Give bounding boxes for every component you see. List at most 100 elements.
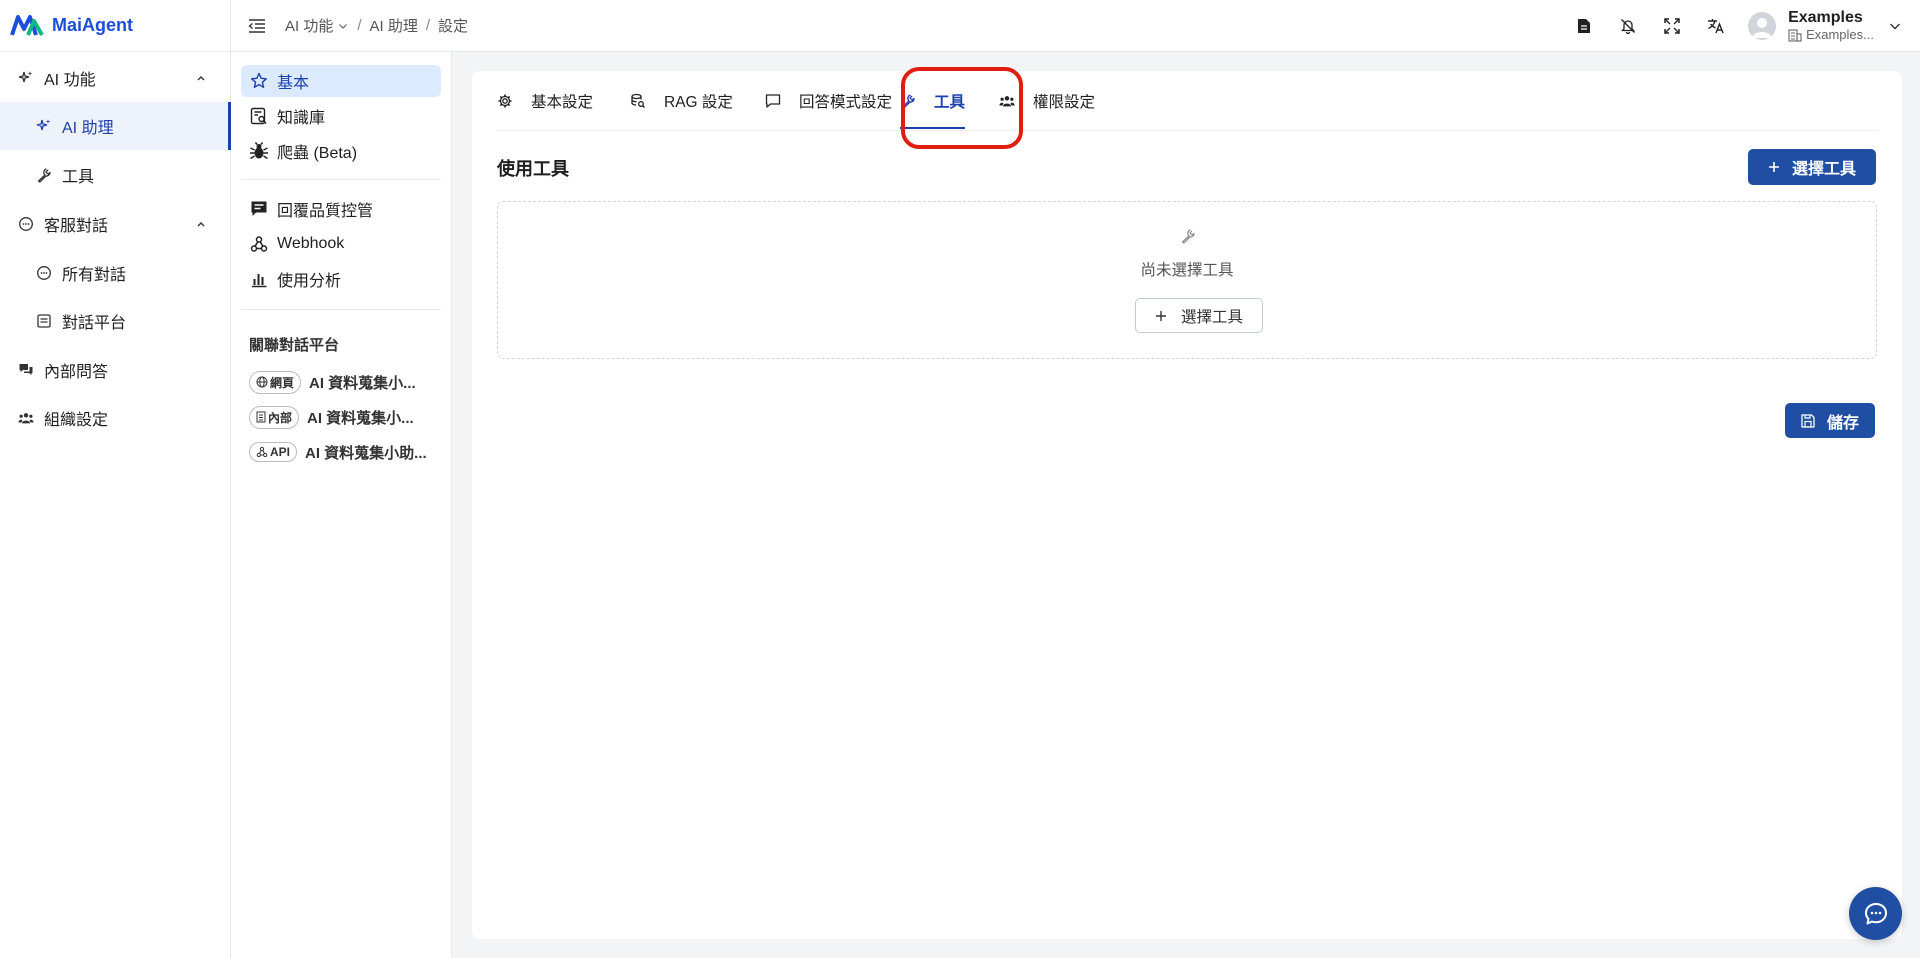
sidebar-item-ai-features[interactable]: AI 功能	[0, 54, 231, 102]
tab-label: 回答模式設定	[799, 94, 893, 111]
sparkles-icon	[18, 70, 34, 86]
breadcrumb-separator: /	[357, 17, 362, 34]
webhook-icon	[256, 446, 268, 458]
maiagent-logo-icon	[10, 14, 44, 36]
sidebar-item-label: AI 助理	[62, 120, 114, 137]
breadcrumb-label: AI 功能	[285, 18, 334, 35]
platform-name: AI 資料蒐集小...	[307, 409, 414, 427]
wrench-icon	[1181, 229, 1195, 244]
tab-label: 基本設定	[531, 94, 594, 111]
save-icon	[1801, 413, 1815, 428]
subnav-item-analytics[interactable]: 使用分析	[241, 263, 441, 295]
settings-tabs: 基本設定 RAG 設定 回答模式設定 工具 權限設定	[497, 71, 1877, 131]
users-icon	[999, 93, 1015, 109]
sidebar-item-tools[interactable]: 工具	[0, 151, 231, 199]
tools-section-title: 使用工具	[497, 159, 569, 179]
sidebar-item-chat-platforms[interactable]: 對話平台	[0, 297, 231, 345]
chat-support-button[interactable]	[1849, 887, 1902, 940]
chevron-up-icon	[197, 76, 205, 81]
fullscreen-button[interactable]	[1650, 4, 1694, 48]
sidebar-item-org-settings[interactable]: 組織設定	[0, 394, 231, 442]
top-actions: Examples Examples...	[1562, 0, 1920, 52]
language-button[interactable]	[1694, 4, 1738, 48]
feedback-icon	[249, 199, 269, 219]
document-icon	[1578, 19, 1591, 33]
breadcrumb-item-ai-assistant[interactable]: AI 助理	[370, 15, 418, 36]
subnav-divider	[241, 309, 441, 310]
platform-item-internal[interactable]: 內部 AI 資料蒐集小...	[249, 402, 444, 432]
tab-permission-settings[interactable]: 權限設定	[999, 71, 1095, 131]
tab-label: RAG 設定	[664, 94, 733, 111]
empty-select-tools-button[interactable]: 選擇工具	[1135, 298, 1263, 333]
user-org-label: Examples...	[1806, 26, 1874, 42]
sidebar-item-internal-qa[interactable]: 內部問答	[0, 346, 231, 394]
empty-select-tools-label: 選擇工具	[1180, 308, 1243, 326]
platform-name: AI 資料蒐集小助...	[305, 444, 427, 462]
subnav-divider	[241, 179, 441, 180]
tab-rag-settings[interactable]: RAG 設定	[630, 71, 733, 131]
avatar	[1748, 11, 1777, 40]
tab-tools[interactable]: 工具	[900, 71, 966, 131]
notifications-button[interactable]	[1606, 4, 1650, 48]
menu-toggle-button[interactable]	[243, 12, 271, 40]
top-bar: AI 功能 / AI 助理 / 設定 Examples Examples...	[231, 0, 1920, 52]
save-label: 儲存	[1826, 414, 1859, 432]
plus-icon	[1155, 310, 1167, 322]
breadcrumb-item-ai-features[interactable]: AI 功能	[285, 15, 349, 36]
breadcrumb-item-settings: 設定	[438, 18, 469, 35]
subnav-item-label: 知識庫	[277, 110, 326, 127]
sidebar-item-all-conversations[interactable]: 所有對話	[0, 249, 231, 297]
platform-item-web[interactable]: 網頁 AI 資料蒐集小...	[249, 367, 444, 397]
platform-tag: 網頁	[249, 370, 302, 394]
platform-item-api[interactable]: API AI 資料蒐集小助...	[249, 437, 444, 467]
subnav-item-label: Webhook	[277, 235, 345, 252]
tools-empty-state: 尚未選擇工具 選擇工具	[497, 201, 1877, 359]
sparkles-icon	[36, 118, 52, 134]
subnav-item-knowledge-base[interactable]: 知識庫	[241, 100, 441, 132]
sidebar-item-label: 內部問答	[44, 364, 109, 381]
sidebar-item-label: 對話平台	[62, 315, 127, 332]
translate-icon	[1708, 19, 1724, 34]
platform-tag-label: API	[270, 445, 291, 459]
tab-label: 工具	[934, 94, 966, 111]
subnav-item-webhook[interactable]: Webhook	[241, 228, 441, 260]
sidebar-item-customer-chat[interactable]: 客服對話	[0, 200, 231, 248]
platform-tag: 內部	[249, 405, 300, 429]
breadcrumb-separator: /	[425, 17, 431, 34]
active-tab-indicator	[900, 127, 966, 129]
sidebar-item-label: AI 功能	[44, 72, 96, 89]
users-icon	[18, 410, 34, 426]
chevron-up-icon	[197, 222, 205, 227]
wrench-icon	[900, 93, 916, 109]
wrench-icon	[36, 167, 52, 183]
user-avatar-icon	[1752, 17, 1773, 38]
message-square-icon	[765, 93, 781, 109]
inbox-icon	[36, 313, 52, 329]
sidebar-item-ai-assistant[interactable]: AI 助理	[0, 102, 231, 150]
plus-icon	[1768, 161, 1780, 173]
settings-subnav: 基本 知識庫 爬蟲 (Beta) 回覆品質控管 Webhook 使用分析 關聯對…	[231, 52, 452, 958]
platform-tag-label: 網頁	[270, 375, 295, 390]
subnav-item-basic[interactable]: 基本	[241, 65, 441, 97]
platform-tag: API	[249, 442, 298, 462]
chat-bubble-icon	[36, 265, 52, 281]
user-menu[interactable]: Examples Examples...	[1748, 9, 1902, 42]
tab-basic-settings[interactable]: 基本設定	[497, 71, 593, 131]
subnav-item-reply-quality[interactable]: 回覆品質控管	[241, 193, 441, 225]
sidebar-item-label: 所有對話	[62, 267, 127, 284]
document-button[interactable]	[1562, 4, 1606, 48]
breadcrumb: AI 功能 / AI 助理 / 設定	[285, 15, 468, 36]
menu-fold-icon	[248, 18, 265, 33]
tab-answer-mode-settings[interactable]: 回答模式設定	[765, 71, 892, 131]
chevron-down-icon	[339, 23, 348, 29]
save-button[interactable]: 儲存	[1785, 403, 1875, 438]
knowledge-base-icon	[249, 106, 269, 126]
subnav-item-crawler[interactable]: 爬蟲 (Beta)	[241, 135, 441, 167]
subnav-item-label: 使用分析	[277, 273, 342, 290]
tab-label: 權限設定	[1033, 94, 1096, 111]
sidebar-item-label: 組織設定	[44, 412, 109, 429]
select-tools-button[interactable]: 選擇工具	[1748, 149, 1876, 185]
empty-state-text: 尚未選擇工具	[1140, 262, 1234, 279]
logo[interactable]: MaiAgent	[0, 0, 230, 52]
globe-icon	[256, 376, 268, 388]
